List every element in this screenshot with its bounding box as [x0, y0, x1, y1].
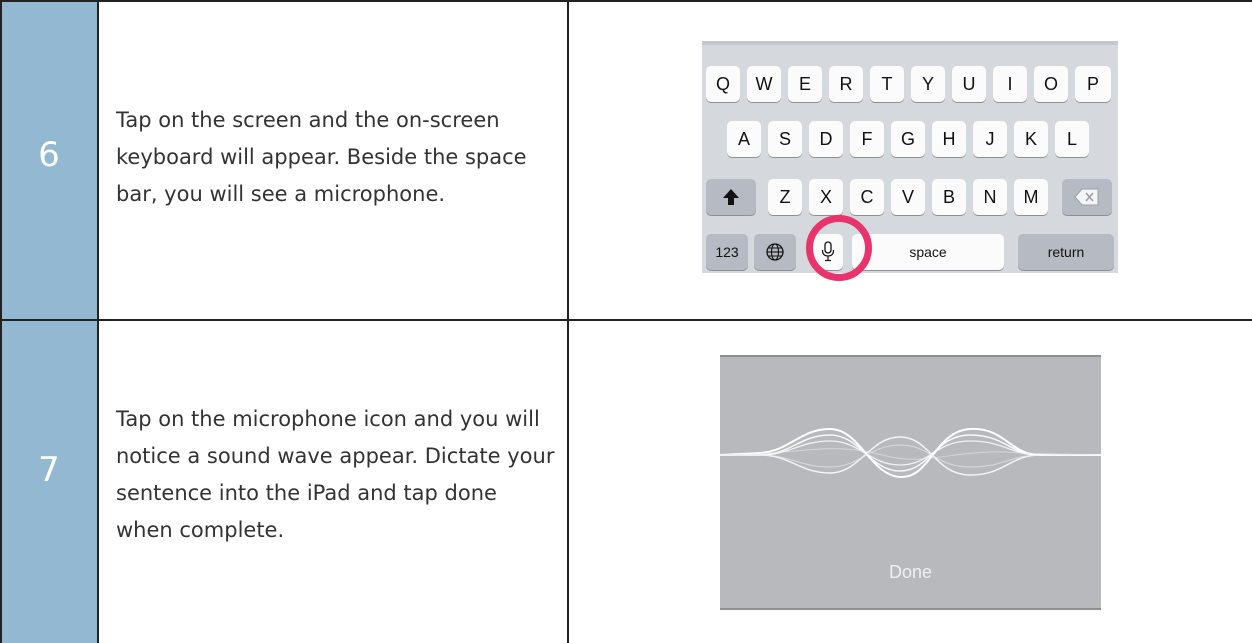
- dictation-top-edge: [720, 355, 1101, 357]
- numbers-key: 123: [706, 234, 748, 270]
- key-s: S: [768, 121, 802, 157]
- keyboard-screenshot: Q W E R T Y U I O P A S D F G H J K L Z …: [702, 41, 1118, 273]
- key-u: U: [952, 66, 986, 102]
- key-v: V: [891, 179, 925, 215]
- key-q: Q: [706, 66, 740, 102]
- key-f: F: [850, 121, 884, 157]
- key-j: J: [973, 121, 1007, 157]
- dictation-screenshot: Done: [720, 355, 1101, 610]
- key-e: E: [788, 66, 822, 102]
- step-number: 6: [38, 135, 60, 175]
- sound-wave-icon: [720, 427, 1101, 479]
- table-divider-1: [97, 0, 99, 643]
- key-o: O: [1034, 66, 1068, 102]
- step-number-cell: 6: [0, 0, 98, 320]
- microphone-highlight-circle: [806, 215, 872, 281]
- key-a: A: [727, 121, 761, 157]
- key-n: N: [973, 179, 1007, 215]
- key-x: X: [809, 179, 843, 215]
- step-number-cell: 7: [0, 320, 98, 643]
- shift-icon: [723, 189, 739, 205]
- backspace-key: [1062, 179, 1112, 215]
- table-divider-2: [567, 0, 569, 643]
- key-t: T: [870, 66, 904, 102]
- return-key: return: [1018, 234, 1114, 270]
- key-m: M: [1014, 179, 1048, 215]
- key-k: K: [1014, 121, 1048, 157]
- globe-icon: [766, 243, 784, 261]
- backspace-icon: [1074, 188, 1099, 206]
- key-z: Z: [768, 179, 802, 215]
- key-b: B: [932, 179, 966, 215]
- key-h: H: [932, 121, 966, 157]
- key-g: G: [891, 121, 925, 157]
- key-d: D: [809, 121, 843, 157]
- step-instruction-text: Tap on the microphone icon and you will …: [116, 407, 555, 542]
- key-y: Y: [911, 66, 945, 102]
- globe-key: [754, 234, 796, 270]
- table-border-top: [0, 0, 1252, 2]
- dictation-bottom-edge: [720, 608, 1101, 610]
- step-number: 7: [38, 450, 60, 490]
- key-p: P: [1075, 66, 1111, 102]
- step-instruction-text: Tap on the screen and the on-screen keyb…: [116, 108, 527, 206]
- done-button: Done: [888, 562, 933, 582]
- key-i: I: [993, 66, 1027, 102]
- key-w: W: [747, 66, 781, 102]
- step-text-cell: Tap on the microphone icon and you will …: [98, 320, 568, 643]
- keyboard-top-edge: [702, 41, 1118, 45]
- table-border-left: [0, 0, 2, 643]
- key-c: C: [850, 179, 884, 215]
- shift-key: [706, 179, 756, 215]
- table-border-middle: [0, 319, 1252, 321]
- space-key: space: [852, 234, 1004, 270]
- step-text-cell: Tap on the screen and the on-screen keyb…: [98, 0, 568, 320]
- key-r: R: [829, 66, 863, 102]
- key-l: L: [1055, 121, 1089, 157]
